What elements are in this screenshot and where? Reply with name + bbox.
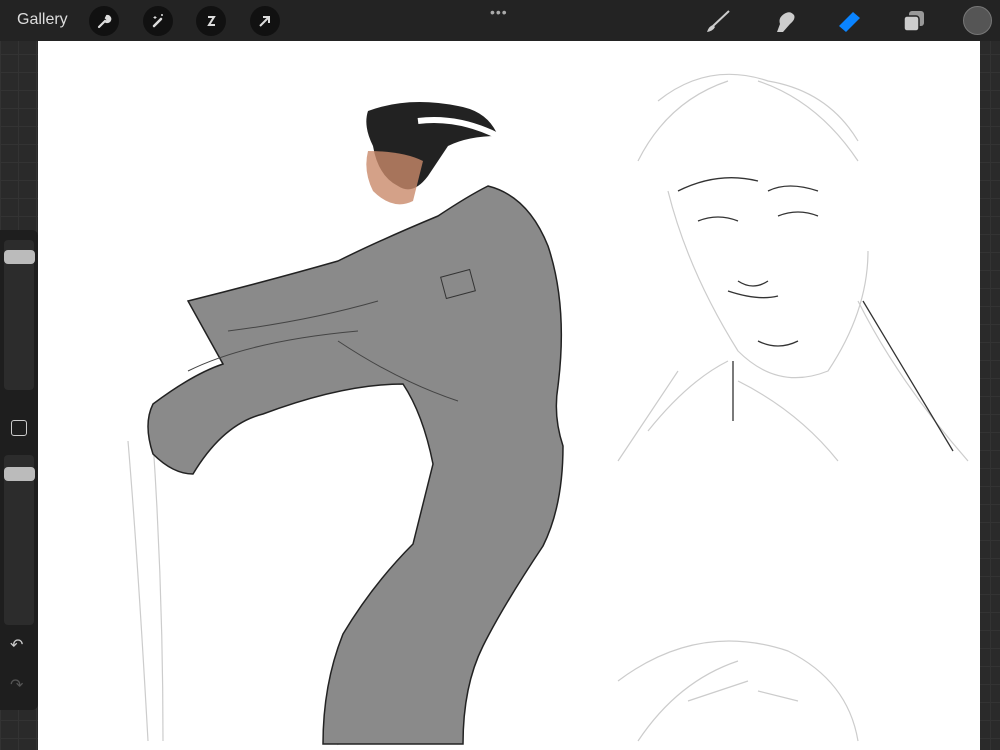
drawing-canvas[interactable] bbox=[38, 41, 980, 750]
top-toolbar: Gallery ••• bbox=[0, 0, 1000, 41]
adjustments-button[interactable] bbox=[143, 6, 173, 36]
transform-button[interactable] bbox=[250, 6, 280, 36]
eraser-icon[interactable] bbox=[836, 8, 862, 34]
redo-icon[interactable]: ↷ bbox=[10, 675, 23, 695]
selection-button[interactable] bbox=[196, 6, 226, 36]
more-menu-icon[interactable]: ••• bbox=[490, 4, 508, 20]
gallery-button[interactable]: Gallery bbox=[17, 11, 68, 29]
color-picker-button[interactable] bbox=[963, 6, 992, 35]
transform-arrow-icon bbox=[259, 16, 270, 27]
modify-button[interactable] bbox=[11, 420, 27, 436]
selection-icon bbox=[207, 16, 216, 26]
undo-icon[interactable]: ↶ bbox=[10, 635, 23, 655]
smudge-icon[interactable] bbox=[771, 8, 797, 34]
wrench-icon bbox=[97, 14, 112, 29]
layers-icon[interactable] bbox=[901, 8, 927, 34]
actions-button[interactable] bbox=[89, 6, 119, 36]
brush-icon[interactable] bbox=[705, 8, 731, 34]
opacity-handle[interactable] bbox=[4, 467, 35, 481]
magic-wand-icon bbox=[152, 14, 163, 28]
sketch-artwork bbox=[127, 73, 969, 746]
brush-size-handle[interactable] bbox=[4, 250, 35, 264]
left-sidebar: ↶ ↷ bbox=[0, 230, 38, 710]
